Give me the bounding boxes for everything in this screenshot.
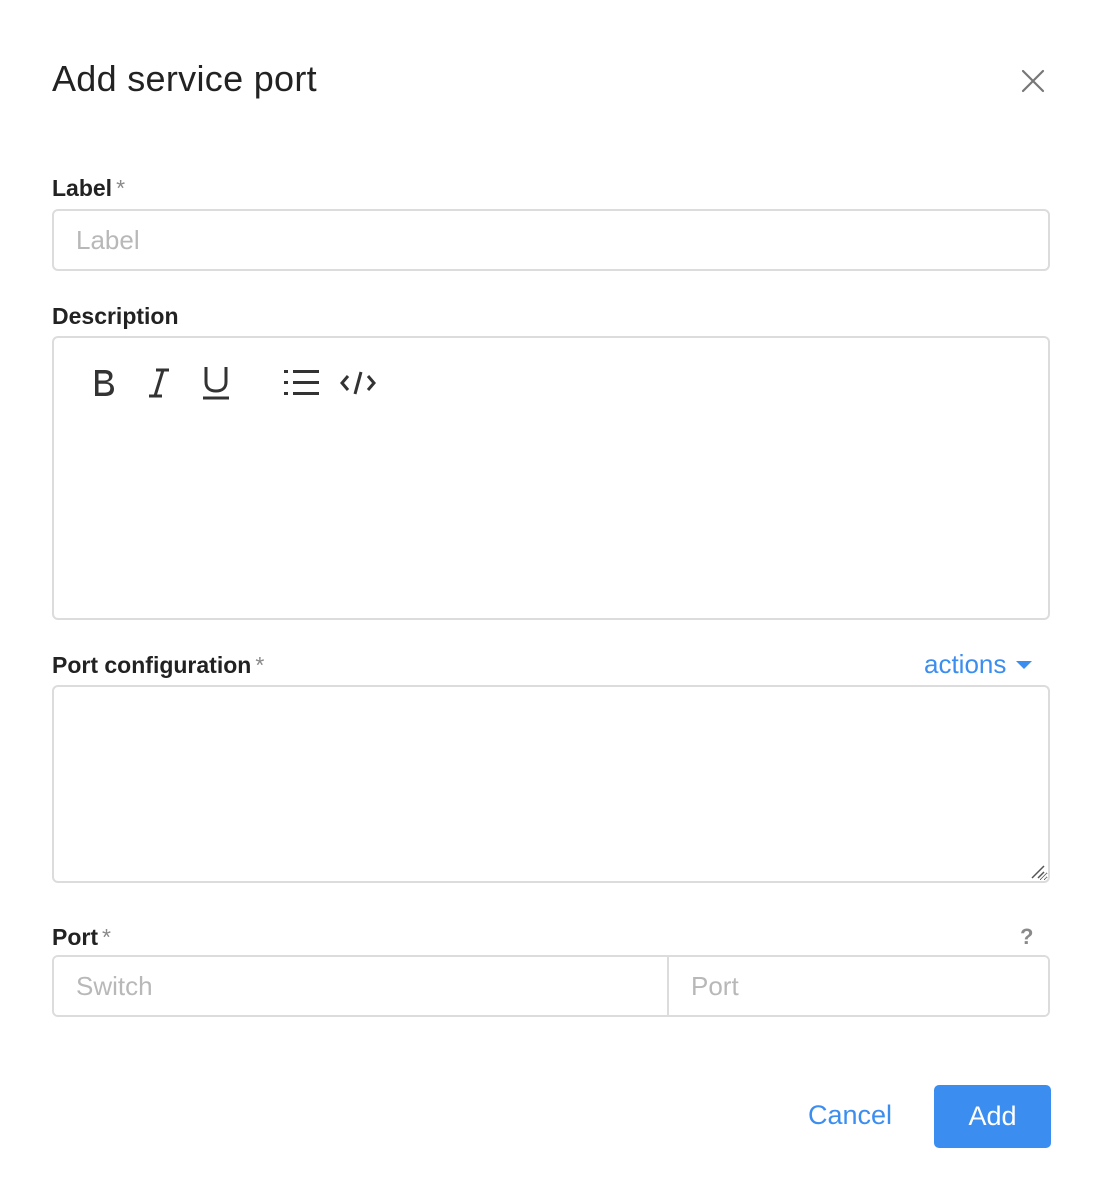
required-mark: * — [102, 924, 111, 950]
underline-icon[interactable] — [191, 358, 241, 408]
port-input-group — [52, 955, 1050, 1017]
resize-grip-icon[interactable] — [1030, 864, 1046, 880]
port-input[interactable] — [669, 957, 1048, 1015]
label-input[interactable] — [52, 209, 1050, 271]
port-configuration-field-label: Port configuration * — [52, 652, 264, 679]
required-mark: * — [255, 652, 265, 678]
close-icon[interactable] — [1016, 64, 1050, 98]
port-field-label: Port * — [52, 924, 111, 951]
switch-input[interactable] — [54, 957, 669, 1015]
port-configuration-label-text: Port configuration — [52, 652, 252, 678]
description-editor[interactable] — [52, 336, 1050, 620]
required-mark: * — [116, 175, 126, 201]
label-field-label-text: Label — [52, 175, 113, 201]
port-configuration-textarea[interactable] — [52, 685, 1050, 883]
help-icon[interactable]: ? — [1020, 924, 1033, 950]
add-button[interactable]: Add — [934, 1085, 1051, 1148]
bold-icon[interactable] — [79, 358, 129, 408]
cancel-button[interactable]: Cancel — [808, 1100, 892, 1131]
port-label-text: Port — [52, 924, 98, 950]
bulleted-list-icon[interactable] — [277, 358, 327, 408]
dialog-title: Add service port — [52, 58, 317, 99]
italic-icon[interactable] — [134, 358, 184, 408]
actions-dropdown-label: actions — [924, 649, 1007, 679]
code-icon[interactable] — [333, 358, 383, 408]
label-field-label: Label * — [52, 175, 125, 202]
caret-down-icon — [1016, 660, 1033, 669]
description-field-label: Description — [52, 303, 179, 329]
actions-dropdown[interactable]: actions — [924, 649, 1033, 680]
add-service-port-dialog: Add service port Label* Description — [0, 0, 1098, 1204]
